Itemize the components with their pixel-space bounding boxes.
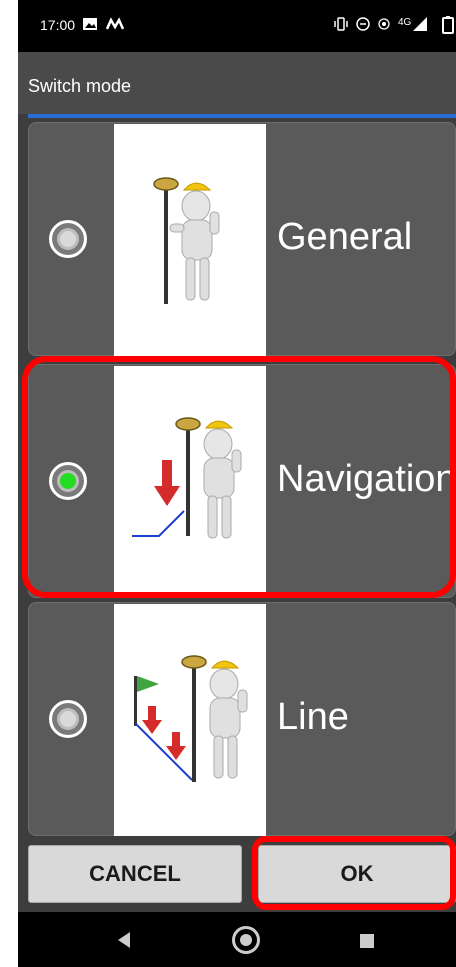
signal-4g-icon [412, 16, 428, 37]
mode-label-line: Line [277, 696, 349, 738]
mode-option-general[interactable]: General [28, 122, 456, 356]
vibrate-icon [333, 16, 349, 37]
recent-apps-icon[interactable] [360, 934, 374, 948]
surveyor-line-icon [114, 604, 266, 836]
status-bar: 17:00 4G [18, 0, 456, 52]
cancel-button[interactable]: CANCEL [28, 845, 242, 903]
dnd-icon [355, 16, 371, 37]
system-nav-bar [18, 912, 456, 967]
status-time: 17:00 [40, 17, 76, 33]
home-icon[interactable] [232, 926, 260, 954]
radio-line[interactable] [49, 700, 87, 738]
network-type: 4G [398, 17, 412, 28]
phone-screen: 17:00 4G Switch mode General Navigation … [18, 0, 456, 967]
surveyor-general-icon [114, 124, 266, 356]
mode-label-general: General [277, 216, 413, 258]
title-divider [28, 114, 456, 118]
image-icon [82, 16, 98, 37]
radio-general[interactable] [49, 220, 87, 258]
ok-highlight [252, 836, 456, 910]
dialog-title: Switch mode [28, 76, 132, 96]
navigation-highlight [22, 356, 456, 598]
back-icon[interactable] [118, 932, 130, 948]
m-logo-icon [105, 16, 125, 37]
mode-option-line[interactable]: Line [28, 602, 456, 836]
battery-icon [442, 16, 454, 39]
hotspot-icon [376, 16, 392, 37]
dialog-title-bar: Switch mode [18, 52, 456, 114]
